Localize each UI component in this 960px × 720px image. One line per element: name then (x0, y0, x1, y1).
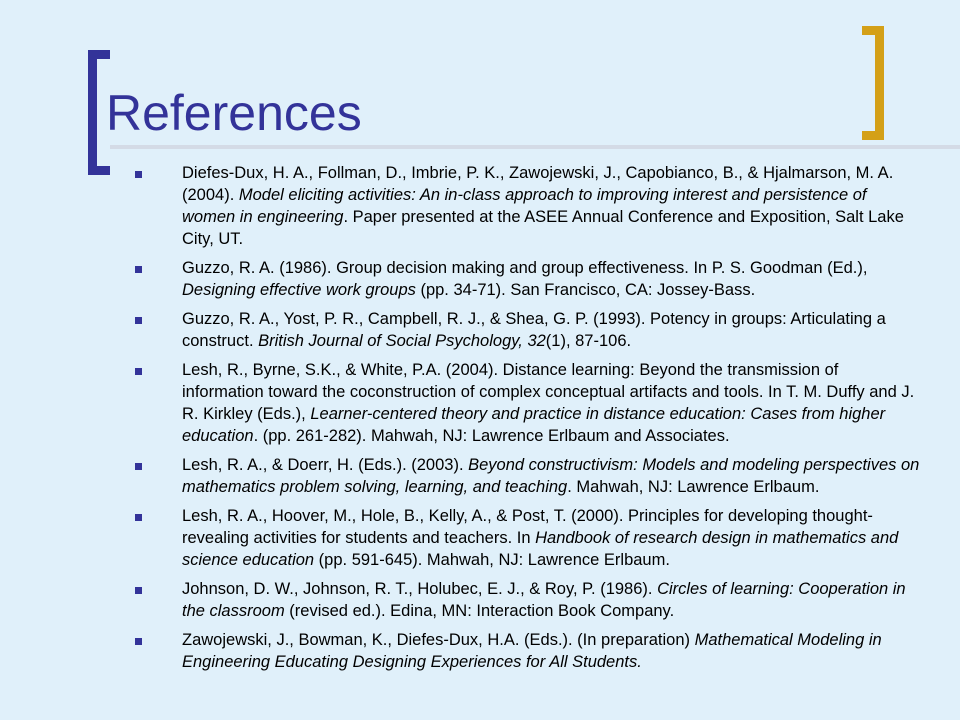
reference-list: Diefes-Dux, H. A., Follman, D., Imbrie, … (132, 162, 922, 680)
reference-item: Guzzo, R. A. (1986). Group decision maki… (132, 257, 922, 301)
ref-segment: Guzzo, R. A. (1986). Group decision maki… (182, 259, 868, 277)
ref-segment: (pp. 591-645). Mahwah, NJ: Lawrence Erlb… (314, 551, 670, 569)
ref-segment: Lesh, R. A., & Doerr, H. (Eds.). (2003). (182, 456, 469, 474)
reference-item: Lesh, R. A., & Doerr, H. (Eds.). (2003).… (132, 454, 922, 498)
bullet-square-icon (135, 463, 142, 470)
bullet-square-icon (135, 638, 142, 645)
ref-segment: Zawojewski, J., Bowman, K., Diefes-Dux, … (182, 631, 695, 649)
right-bracket-decoration (862, 26, 884, 140)
ref-segment: . (pp. 261-282). Mahwah, NJ: Lawrence Er… (253, 427, 730, 445)
bullet-square-icon (135, 317, 142, 324)
reference-item: Diefes-Dux, H. A., Follman, D., Imbrie, … (132, 162, 922, 250)
ref-segment: . Mahwah, NJ: Lawrence Erlbaum. (567, 478, 820, 496)
reference-item: Zawojewski, J., Bowman, K., Diefes-Dux, … (132, 629, 922, 673)
bullet-square-icon (135, 587, 142, 594)
reference-item: Guzzo, R. A., Yost, P. R., Campbell, R. … (132, 308, 922, 352)
ref-segment-italic: British Journal of Social Psychology, 32 (258, 332, 546, 350)
slide-title: References (106, 85, 362, 141)
reference-item: Johnson, D. W., Johnson, R. T., Holubec,… (132, 578, 922, 622)
ref-segment: (revised ed.). Edina, MN: Interaction Bo… (284, 602, 675, 620)
title-underline (110, 145, 960, 149)
bullet-square-icon (135, 171, 142, 178)
bullet-square-icon (135, 368, 142, 375)
bullet-square-icon (135, 514, 142, 521)
reference-item: Lesh, R. A., Hoover, M., Hole, B., Kelly… (132, 505, 922, 571)
ref-segment: Johnson, D. W., Johnson, R. T., Holubec,… (182, 580, 658, 598)
ref-segment: (pp. 34-71). San Francisco, CA: Jossey-B… (415, 281, 756, 299)
reference-item: Lesh, R., Byrne, S.K., & White, P.A. (20… (132, 359, 922, 447)
ref-segment-italic: Designing effective work groups (182, 281, 416, 299)
ref-segment: (1), 87-106. (545, 332, 632, 350)
bullet-square-icon (135, 266, 142, 273)
